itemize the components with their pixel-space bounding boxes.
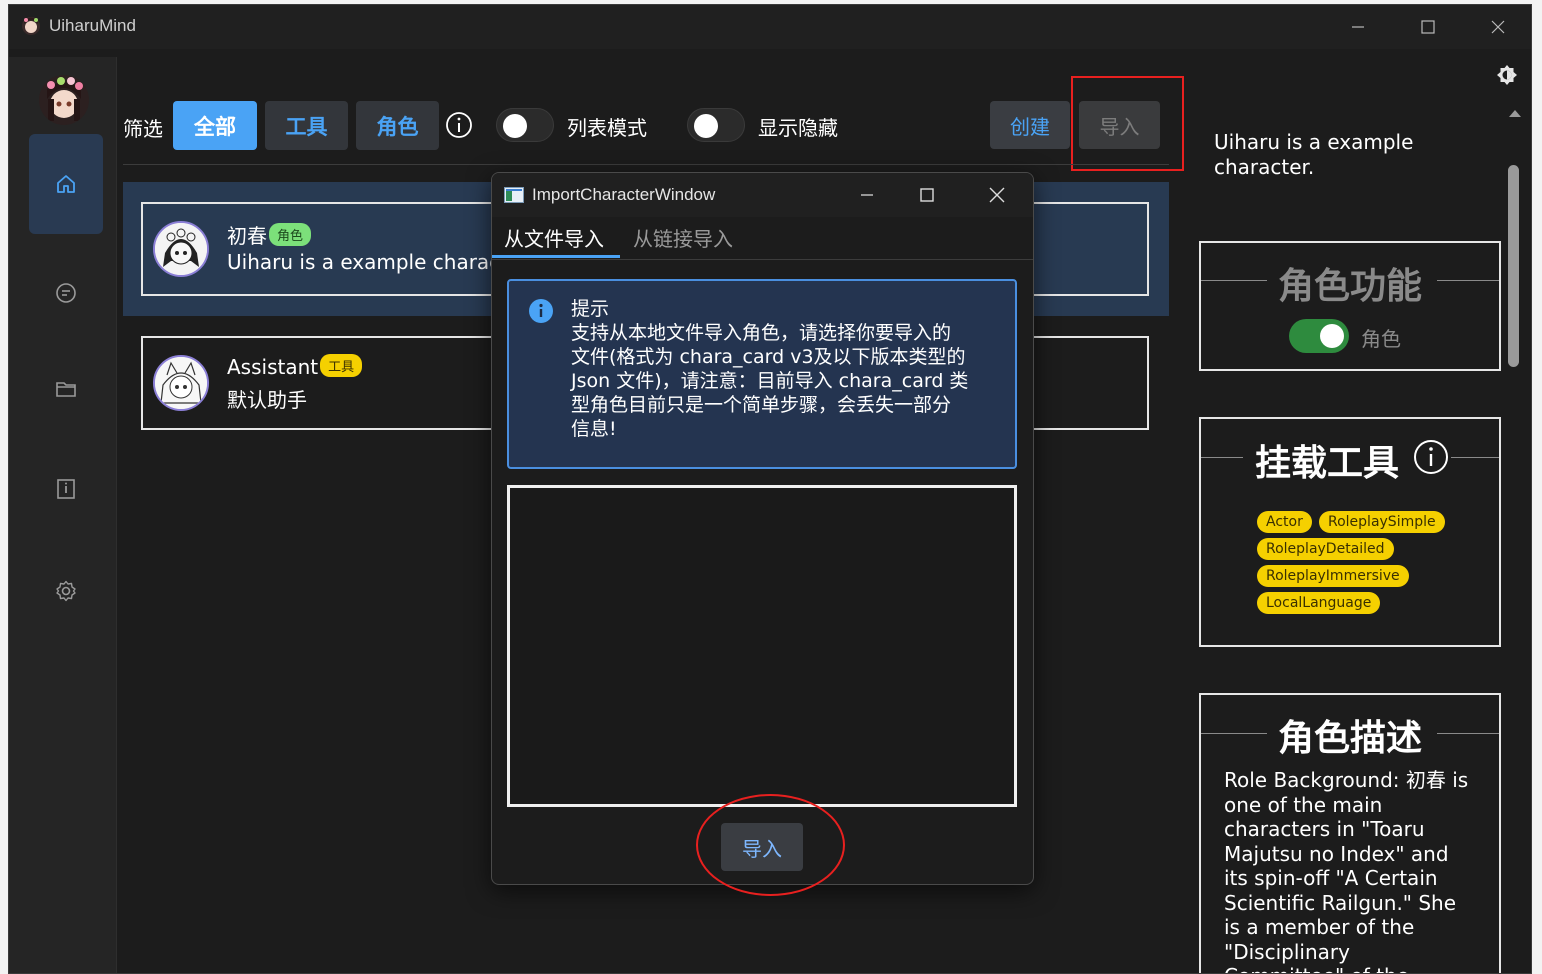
- character-description: 默认助手: [227, 388, 307, 412]
- tool-tag-roleplay-detailed: RoleplayDetailed: [1257, 538, 1394, 560]
- detail-description: Uiharu is a example character.: [1214, 130, 1424, 180]
- show-hidden-label: 显示隐藏: [758, 116, 838, 140]
- role-tag: 角色: [269, 223, 312, 246]
- home-icon: [57, 175, 75, 193]
- character-avatar: [153, 355, 209, 411]
- dialog-close-button[interactable]: [962, 173, 1032, 217]
- list-mode-toggle[interactable]: [496, 108, 554, 142]
- maximize-icon: [1421, 20, 1435, 34]
- character-name-row: Assistant 工具: [227, 354, 363, 379]
- window-title: UiharuMind: [49, 16, 136, 35]
- tab-file-import[interactable]: 从文件导入: [504, 223, 604, 252]
- toggle-knob: [694, 114, 718, 138]
- tool-tag-roleplay-simple: RoleplaySimple: [1319, 511, 1445, 533]
- list-mode-label: 列表模式: [567, 116, 647, 140]
- avatar[interactable]: [39, 75, 89, 125]
- character-description: Uiharu is a example character.: [227, 250, 534, 274]
- show-hidden-toggle[interactable]: [687, 108, 745, 142]
- import-character-dialog: ImportCharacterWindow 从文件导入 从链接导入 提示 支持从…: [491, 172, 1034, 885]
- tool-tag-actor: Actor: [1257, 511, 1312, 533]
- detail-scrollbar[interactable]: [1507, 105, 1523, 973]
- avatar-image: [39, 75, 89, 125]
- filter-tools-chip[interactable]: 工具: [265, 101, 348, 150]
- panel-line: [1451, 457, 1499, 458]
- detail-description-text: Uiharu is a example character.: [1214, 130, 1414, 179]
- window-app-icon: [504, 187, 524, 203]
- folder-icon: [56, 382, 76, 397]
- nav-home[interactable]: [29, 134, 103, 234]
- character-name: Assistant: [227, 355, 319, 379]
- filter-roles-chip[interactable]: 角色: [356, 101, 439, 150]
- app-logo-icon: [22, 17, 40, 35]
- highlight-ellipse: [696, 794, 845, 896]
- character-name: 初春: [227, 224, 267, 248]
- filter-all-chip[interactable]: 全部: [173, 101, 257, 150]
- toggle-knob: [1320, 324, 1344, 348]
- role-description-panel: 角色描述 Role Background: 初春 is one of the m…: [1199, 693, 1501, 973]
- dialog-title-bar: ImportCharacterWindow: [492, 173, 1033, 217]
- tools-panel: 挂载工具 Actor RoleplaySimple RoleplayDetail…: [1199, 417, 1501, 647]
- info-book-icon: [57, 479, 75, 499]
- minimize-icon: [861, 194, 873, 196]
- role-function-panel: 角色功能 角色: [1199, 241, 1501, 371]
- maximize-button[interactable]: [1393, 5, 1463, 49]
- info-line: 文件(格式为 chara_card v3及以下版本类型的: [571, 346, 966, 368]
- tab-link-import[interactable]: 从链接导入: [633, 223, 733, 252]
- create-button[interactable]: 创建: [990, 101, 1070, 149]
- close-icon: [989, 187, 1005, 203]
- minimize-icon: [1352, 26, 1364, 28]
- file-drop-area[interactable]: [507, 485, 1017, 807]
- sidebar: [9, 57, 117, 973]
- character-avatar: [153, 221, 209, 277]
- minimize-button[interactable]: [1323, 5, 1393, 49]
- nav-files[interactable]: [29, 339, 103, 439]
- info-text: 提示 支持从本地文件导入角色，请选择你要导入的 文件(格式为 chara_car…: [571, 297, 1011, 441]
- nav-settings[interactable]: [29, 541, 103, 641]
- nav-about[interactable]: [29, 439, 103, 539]
- role-function-title: 角色功能: [1277, 266, 1422, 307]
- panel-line: [1201, 457, 1243, 458]
- dialog-maximize-button[interactable]: [892, 173, 962, 217]
- close-button[interactable]: [1463, 5, 1531, 49]
- tool-tag: 工具: [320, 354, 363, 377]
- title-bar: UiharuMind: [9, 5, 1531, 49]
- theme-toggle-icon[interactable]: [1495, 63, 1519, 87]
- info-bar: 提示 支持从本地文件导入角色，请选择你要导入的 文件(格式为 chara_car…: [507, 279, 1017, 469]
- info-line: 信息!: [571, 418, 617, 440]
- chat-icon: [56, 283, 76, 303]
- tool-tag-roleplay-immersive: RoleplayImmersive: [1257, 565, 1409, 587]
- role-toggle-label: 角色: [1361, 327, 1401, 351]
- filter-info-icon[interactable]: [445, 111, 473, 139]
- scroll-thumb[interactable]: [1508, 165, 1519, 367]
- dialog-tabs: 从文件导入 从链接导入: [492, 217, 1033, 260]
- uiharu-portrait: [155, 223, 207, 275]
- tool-tag-local-language: LocalLanguage: [1257, 592, 1381, 614]
- info-line: 支持从本地文件导入角色，请选择你要导入的: [571, 322, 952, 344]
- character-name-row: 初春 角色: [227, 220, 312, 249]
- nav-chat[interactable]: [29, 243, 103, 343]
- toolbar-divider: [123, 164, 1169, 165]
- filter-label: 筛选: [123, 117, 163, 141]
- info-line: Json 文件)，请注意：目前导入 chara_card 类: [571, 370, 969, 392]
- gear-icon: [56, 580, 76, 602]
- info-title: 提示: [571, 298, 610, 320]
- info-icon: [529, 299, 553, 323]
- role-desc-text: Role Background: 初春 is one of the main c…: [1224, 768, 1469, 973]
- assistant-portrait: [155, 357, 207, 409]
- highlight-box: [1071, 76, 1184, 171]
- tools-title: 挂载工具: [1255, 443, 1400, 484]
- close-icon: [1491, 20, 1505, 34]
- role-toggle[interactable]: [1289, 319, 1349, 353]
- role-desc-title: 角色描述: [1277, 718, 1422, 759]
- dialog-title: ImportCharacterWindow: [532, 185, 716, 204]
- tab-indicator: [492, 255, 620, 258]
- maximize-icon: [920, 188, 934, 202]
- toggle-knob: [503, 114, 527, 138]
- info-line: 型角色目前只是一个简单步骤，会丢失一部分: [571, 394, 952, 416]
- tools-info-icon[interactable]: [1413, 439, 1449, 475]
- scroll-up-icon[interactable]: [1507, 105, 1523, 121]
